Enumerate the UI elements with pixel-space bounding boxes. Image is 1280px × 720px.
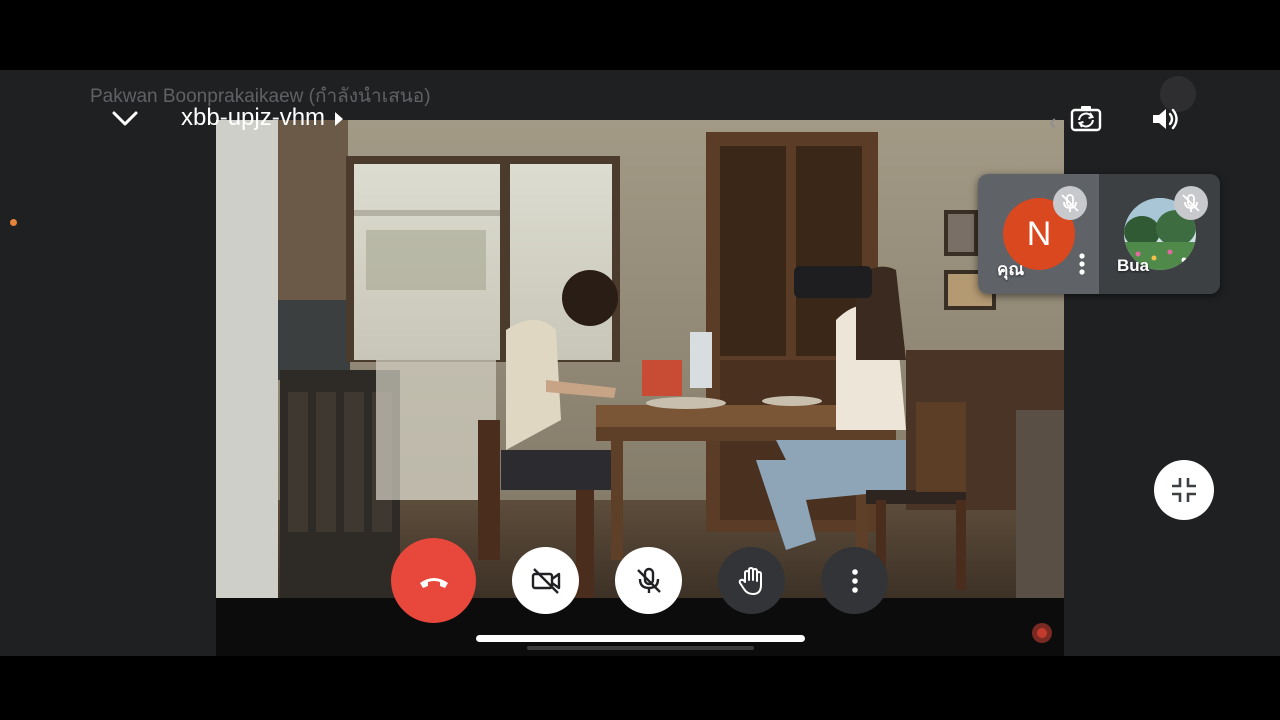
participant-tile-self[interactable]: N คุณ xyxy=(978,174,1099,294)
more-vert-icon xyxy=(1079,253,1085,275)
mic-off-icon xyxy=(636,567,661,593)
caret-right-icon xyxy=(335,112,344,126)
hand-icon xyxy=(738,566,762,595)
speaker-icon xyxy=(1153,108,1178,130)
recording-indicator xyxy=(1032,623,1052,643)
more-options-button[interactable] xyxy=(821,547,888,614)
exit-fullscreen-button[interactable] xyxy=(1154,460,1214,520)
collapse-button[interactable] xyxy=(108,104,142,134)
videocam-off-icon xyxy=(531,567,560,594)
speaker-button[interactable] xyxy=(1148,101,1184,137)
participant-tiles: N คุณ Bua xyxy=(978,174,1220,294)
switch-camera-button[interactable] xyxy=(1068,101,1104,137)
camera-toggle-button[interactable] xyxy=(512,547,579,614)
more-options-button[interactable] xyxy=(1076,250,1088,278)
mic-off-icon xyxy=(1053,186,1087,220)
home-indicator-shadow xyxy=(527,646,754,650)
chevron-down-icon xyxy=(112,111,138,126)
home-indicator[interactable] xyxy=(476,635,805,642)
screen: Pakwan Boonprakaikaew (กำลังนำเสนอ) xbb-… xyxy=(0,0,1280,720)
meeting-code: xbb-upjz-vhm xyxy=(181,104,326,131)
meeting-code-button[interactable]: xbb-upjz-vhm xyxy=(181,104,344,132)
phone-hangup-icon xyxy=(419,577,448,588)
end-call-button[interactable] xyxy=(391,538,476,623)
presentation-video xyxy=(216,120,1064,598)
mic-toggle-button[interactable] xyxy=(615,547,682,614)
raise-hand-button[interactable] xyxy=(718,547,785,614)
chevron-left-icon[interactable]: ‹ xyxy=(1049,108,1061,136)
participant-name: Bua xyxy=(1117,256,1150,275)
participant-tile-bua[interactable]: Bua xyxy=(1099,174,1220,294)
fullscreen-exit-icon xyxy=(1172,478,1196,502)
more-vert-icon xyxy=(851,568,858,593)
status-indicator-dot xyxy=(10,219,17,226)
participant-name: คุณ xyxy=(997,260,1025,279)
mic-off-icon xyxy=(1174,186,1208,220)
camera-switch-icon xyxy=(1070,106,1102,132)
